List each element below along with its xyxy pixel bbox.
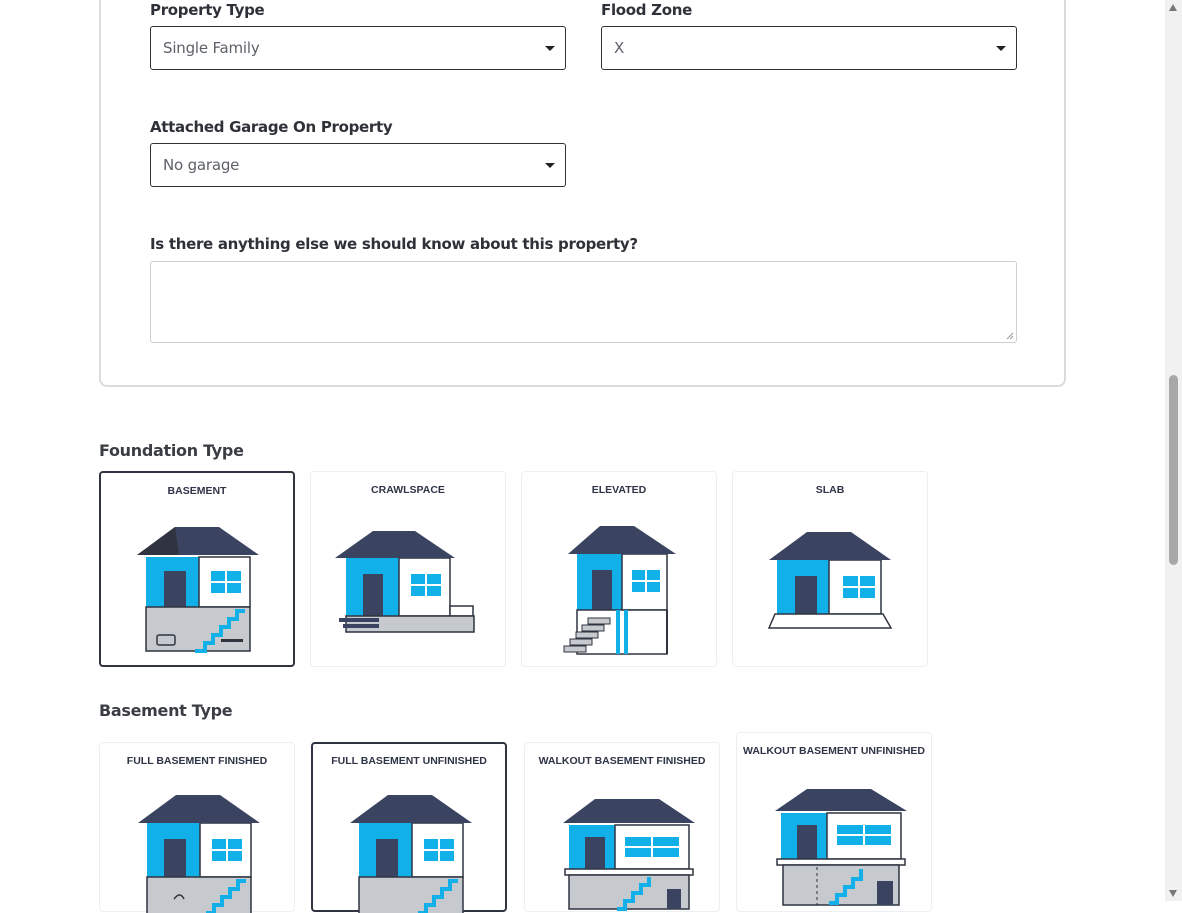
basement-option-label: WALKOUT BASEMENT FINISHED [538, 755, 706, 767]
foundation-option-label: SLAB [815, 484, 845, 496]
foundation-option-label: CRAWLSPACE [371, 484, 445, 496]
foundation-option-slab[interactable]: SLAB [732, 471, 928, 667]
house-crawlspace-icon [335, 531, 475, 633]
house-walkout-unfinished-icon [775, 789, 907, 906]
foundation-option-label: ELEVATED [591, 484, 647, 496]
house-walkout-finished-icon [563, 799, 695, 911]
chevron-down-icon [545, 46, 555, 51]
scrollbar-thumb[interactable] [1169, 375, 1178, 565]
basement-option-full-finished[interactable]: FULL BASEMENT FINISHED [99, 742, 295, 913]
house-elevated-icon [563, 526, 676, 655]
basement-type-heading: Basement Type [99, 701, 233, 720]
scroll-down-arrow-icon[interactable] [1169, 890, 1177, 897]
property-type-select[interactable]: Single Family [150, 26, 566, 70]
chevron-down-icon [545, 163, 555, 168]
house-basement-unfinished-icon [350, 795, 472, 913]
basement-option-label: WALKOUT BASEMENT UNFINISHED [743, 745, 925, 757]
foundation-option-elevated[interactable]: ELEVATED [521, 471, 717, 667]
garage-label: Attached Garage On Property [150, 118, 393, 136]
property-type-value: Single Family [163, 39, 260, 57]
basement-option-label: FULL BASEMENT FINISHED [126, 755, 268, 767]
flood-zone-select[interactable]: X [601, 26, 1017, 70]
foundation-option-crawlspace[interactable]: CRAWLSPACE [310, 471, 506, 667]
foundation-option-label: BASEMENT [167, 485, 227, 497]
notes-textarea[interactable] [150, 261, 1017, 343]
basement-option-walkout-finished[interactable]: WALKOUT BASEMENT FINISHED [524, 742, 720, 912]
house-slab-icon [767, 532, 893, 629]
property-type-label: Property Type [150, 1, 265, 19]
house-basement-icon [137, 527, 259, 653]
flood-zone-value: X [614, 39, 625, 57]
garage-value: No garage [163, 156, 240, 174]
page-scrollbar[interactable] [1165, 0, 1182, 901]
chevron-down-icon [996, 46, 1006, 51]
garage-select[interactable]: No garage [150, 143, 566, 187]
house-basement-finished-icon [138, 795, 260, 913]
foundation-option-basement[interactable]: BASEMENT [99, 471, 295, 667]
basement-option-walkout-unfinished[interactable]: WALKOUT BASEMENT UNFINISHED [736, 732, 932, 912]
basement-option-label: FULL BASEMENT UNFINISHED [331, 755, 487, 767]
basement-option-full-unfinished[interactable]: FULL BASEMENT UNFINISHED [311, 742, 507, 913]
flood-zone-label: Flood Zone [601, 1, 692, 19]
resize-grip-icon[interactable] [1006, 332, 1014, 340]
notes-label: Is there anything else we should know ab… [150, 235, 638, 253]
foundation-type-heading: Foundation Type [99, 441, 244, 460]
scroll-up-arrow-icon[interactable] [1169, 4, 1177, 11]
